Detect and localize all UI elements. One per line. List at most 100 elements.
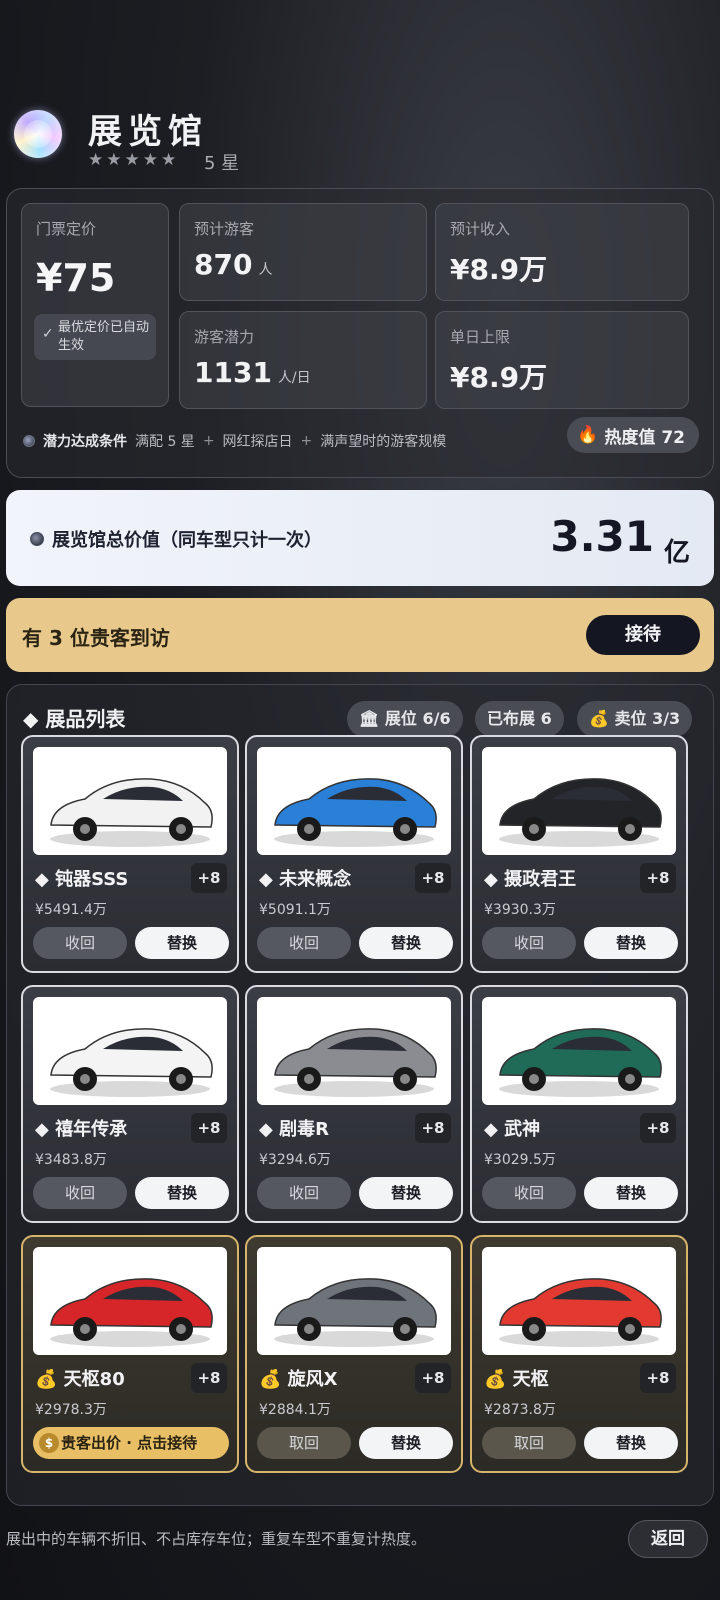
- gem-icon: [14, 110, 62, 158]
- car-name: 💰 天枢80: [35, 1369, 125, 1390]
- optimal-price-note: ✓ 最优定价已自动生效: [34, 314, 156, 360]
- withdraw-button[interactable]: 收回: [257, 1177, 351, 1209]
- withdraw-button[interactable]: 收回: [482, 1177, 576, 1209]
- car-price: ¥3029.5万: [484, 1152, 556, 1168]
- visitors-value: 870 人: [194, 248, 272, 281]
- replace-button[interactable]: 替换: [584, 1177, 678, 1209]
- replace-button[interactable]: 替换: [584, 1427, 678, 1459]
- withdraw-button[interactable]: 收回: [33, 1177, 127, 1209]
- exhibit-list-title: ◆ 展品列表: [23, 707, 126, 731]
- car-card[interactable]: 💰 旋风X +8 ¥2884.1万取回 替换: [245, 1235, 463, 1473]
- condition-label: 潜力达成条件: [43, 434, 127, 450]
- ticket-price-card[interactable]: 门票定价 ¥75 ✓ 最优定价已自动生效: [21, 203, 169, 407]
- car-image: [257, 747, 451, 855]
- displayed-pill: 已布展 6: [475, 701, 564, 737]
- car-name: 💰 天枢: [484, 1369, 549, 1390]
- car-card[interactable]: ◆ 武神 +8 ¥3029.5万 收回 替换: [470, 985, 688, 1223]
- car-level-badge: +8: [640, 1363, 676, 1393]
- star-rating: ★★★★★: [88, 150, 180, 170]
- replace-button[interactable]: 替换: [135, 927, 229, 959]
- daily-cap-value: ¥8.9万: [450, 361, 548, 394]
- visitors-number: 870: [194, 248, 253, 281]
- car-level-badge: +8: [191, 863, 227, 893]
- guest-banner: 有 3 位贵客到访 接待: [6, 598, 714, 672]
- total-value-number: 3.31: [550, 512, 654, 561]
- slots-text: 展位 6/6: [384, 709, 451, 728]
- potential-value: 1131 人/日: [194, 356, 311, 389]
- car-image: [33, 747, 227, 855]
- withdraw-button[interactable]: 收回: [257, 927, 351, 959]
- replace-button[interactable]: 替换: [359, 927, 453, 959]
- car-level-badge: +8: [415, 863, 451, 893]
- coin-icon: $: [39, 1433, 59, 1453]
- car-price: ¥2884.1万: [259, 1402, 331, 1418]
- potential-unit: 人/日: [277, 370, 311, 386]
- guest-offer-button[interactable]: $ 贵客出价 · 点击接待: [33, 1427, 229, 1459]
- guest-offer-label: 贵客出价 · 点击接待: [61, 1434, 198, 1452]
- car-image: [482, 1247, 676, 1355]
- car-card[interactable]: ◆ 未来概念 +8 ¥5091.1万 收回 替换: [245, 735, 463, 973]
- car-card[interactable]: 💰 天枢80 +8 ¥2978.3万 $ 贵客出价 · 点击接待: [21, 1235, 239, 1473]
- header: 展览馆 ★★★★★ 5 星: [12, 104, 708, 176]
- car-card[interactable]: ◆ 禧年传承 +8 ¥3483.8万 收回 替换: [21, 985, 239, 1223]
- car-card[interactable]: ◆ 摄政君王 +8 ¥3930.3万 收回 替换: [470, 735, 688, 973]
- car-name: 💰 旋风X: [259, 1369, 338, 1390]
- back-button[interactable]: 返回: [628, 1520, 708, 1558]
- car-price: ¥3930.3万: [484, 902, 556, 918]
- daily-cap-card: 单日上限 ¥8.9万: [435, 311, 689, 409]
- exhibit-list-panel: ◆ 展品列表 🏛 展位 6/6 已布展 6 💰 卖位 3/3 ◆ 钝器SSS +8…: [6, 684, 714, 1506]
- car-price: ¥5091.1万: [259, 902, 331, 918]
- visitors-card: 预计游客 870 人: [179, 203, 427, 301]
- slots-pill: 🏛 展位 6/6: [347, 701, 463, 737]
- car-image: [257, 997, 451, 1105]
- car-name: ◆ 剧毒R: [259, 1119, 329, 1140]
- replace-button[interactable]: 替换: [359, 1177, 453, 1209]
- footer-note: 展出中的车辆不折旧、不占库存车位；重复车型不重复计热度。: [6, 1530, 427, 1548]
- withdraw-button[interactable]: 取回: [482, 1427, 576, 1459]
- heat-badge: 🔥 热度值 72: [567, 417, 699, 453]
- car-image: [257, 1247, 451, 1355]
- income-value: ¥8.9万: [450, 253, 548, 286]
- car-price: ¥3294.6万: [259, 1152, 331, 1168]
- total-value-label: 展览馆总价值（同车型只计一次）: [52, 530, 322, 551]
- condition-item: 满声望时的游客规模: [320, 434, 447, 450]
- ticket-price-label: 门票定价: [36, 220, 97, 238]
- page-title: 展览馆: [88, 112, 208, 152]
- car-card[interactable]: ◆ 剧毒R +8 ¥3294.6万收回 替换: [245, 985, 463, 1223]
- potential-condition: 潜力达成条件 满配 5 星 + 网红探店日 + 满声望时的游客规模: [23, 429, 446, 453]
- car-level-badge: +8: [415, 1113, 451, 1143]
- plus-sign: +: [300, 433, 313, 449]
- car-price: ¥5491.4万: [35, 902, 107, 918]
- replace-button[interactable]: 替换: [359, 1427, 453, 1459]
- plus-sign: +: [202, 433, 215, 449]
- car-price: ¥3483.8万: [35, 1152, 107, 1168]
- daily-cap-label: 单日上限: [450, 328, 511, 346]
- car-image: [33, 1247, 227, 1355]
- visitors-unit: 人: [258, 262, 273, 278]
- star-label: 5 星: [204, 153, 240, 174]
- check-icon: ✓: [42, 326, 54, 342]
- car-name: ◆ 武神: [484, 1119, 541, 1140]
- withdraw-button[interactable]: 取回: [257, 1427, 351, 1459]
- replace-button[interactable]: 替换: [584, 927, 678, 959]
- condition-item: 满配 5 星: [135, 434, 195, 450]
- total-value-banner: 展览馆总价值（同车型只计一次） 3.31 亿: [6, 490, 714, 586]
- car-card[interactable]: ◆ 钝器SSS +8 ¥5491.4万收回 替换: [21, 735, 239, 973]
- replace-button[interactable]: 替换: [135, 1177, 229, 1209]
- car-level-badge: +8: [415, 1363, 451, 1393]
- income-card: 预计收入 ¥8.9万: [435, 203, 689, 301]
- withdraw-button[interactable]: 收回: [482, 927, 576, 959]
- car-name: ◆ 禧年传承: [35, 1119, 128, 1140]
- visitors-label: 预计游客: [194, 220, 255, 238]
- exhibit-title-text: 展品列表: [45, 707, 126, 731]
- heat-label: 热度值 72: [604, 427, 685, 448]
- car-name: ◆ 钝器SSS: [35, 869, 129, 890]
- receive-guest-button[interactable]: 接待: [586, 615, 700, 655]
- money-bag-icon: 💰: [589, 709, 609, 728]
- total-value-unit: 亿: [663, 538, 690, 568]
- withdraw-button[interactable]: 收回: [33, 927, 127, 959]
- orb-icon: [23, 435, 35, 447]
- car-image: [482, 997, 676, 1105]
- car-level-badge: +8: [640, 863, 676, 893]
- car-card[interactable]: 💰 天枢 +8 ¥2873.8万 取回 替换: [470, 1235, 688, 1473]
